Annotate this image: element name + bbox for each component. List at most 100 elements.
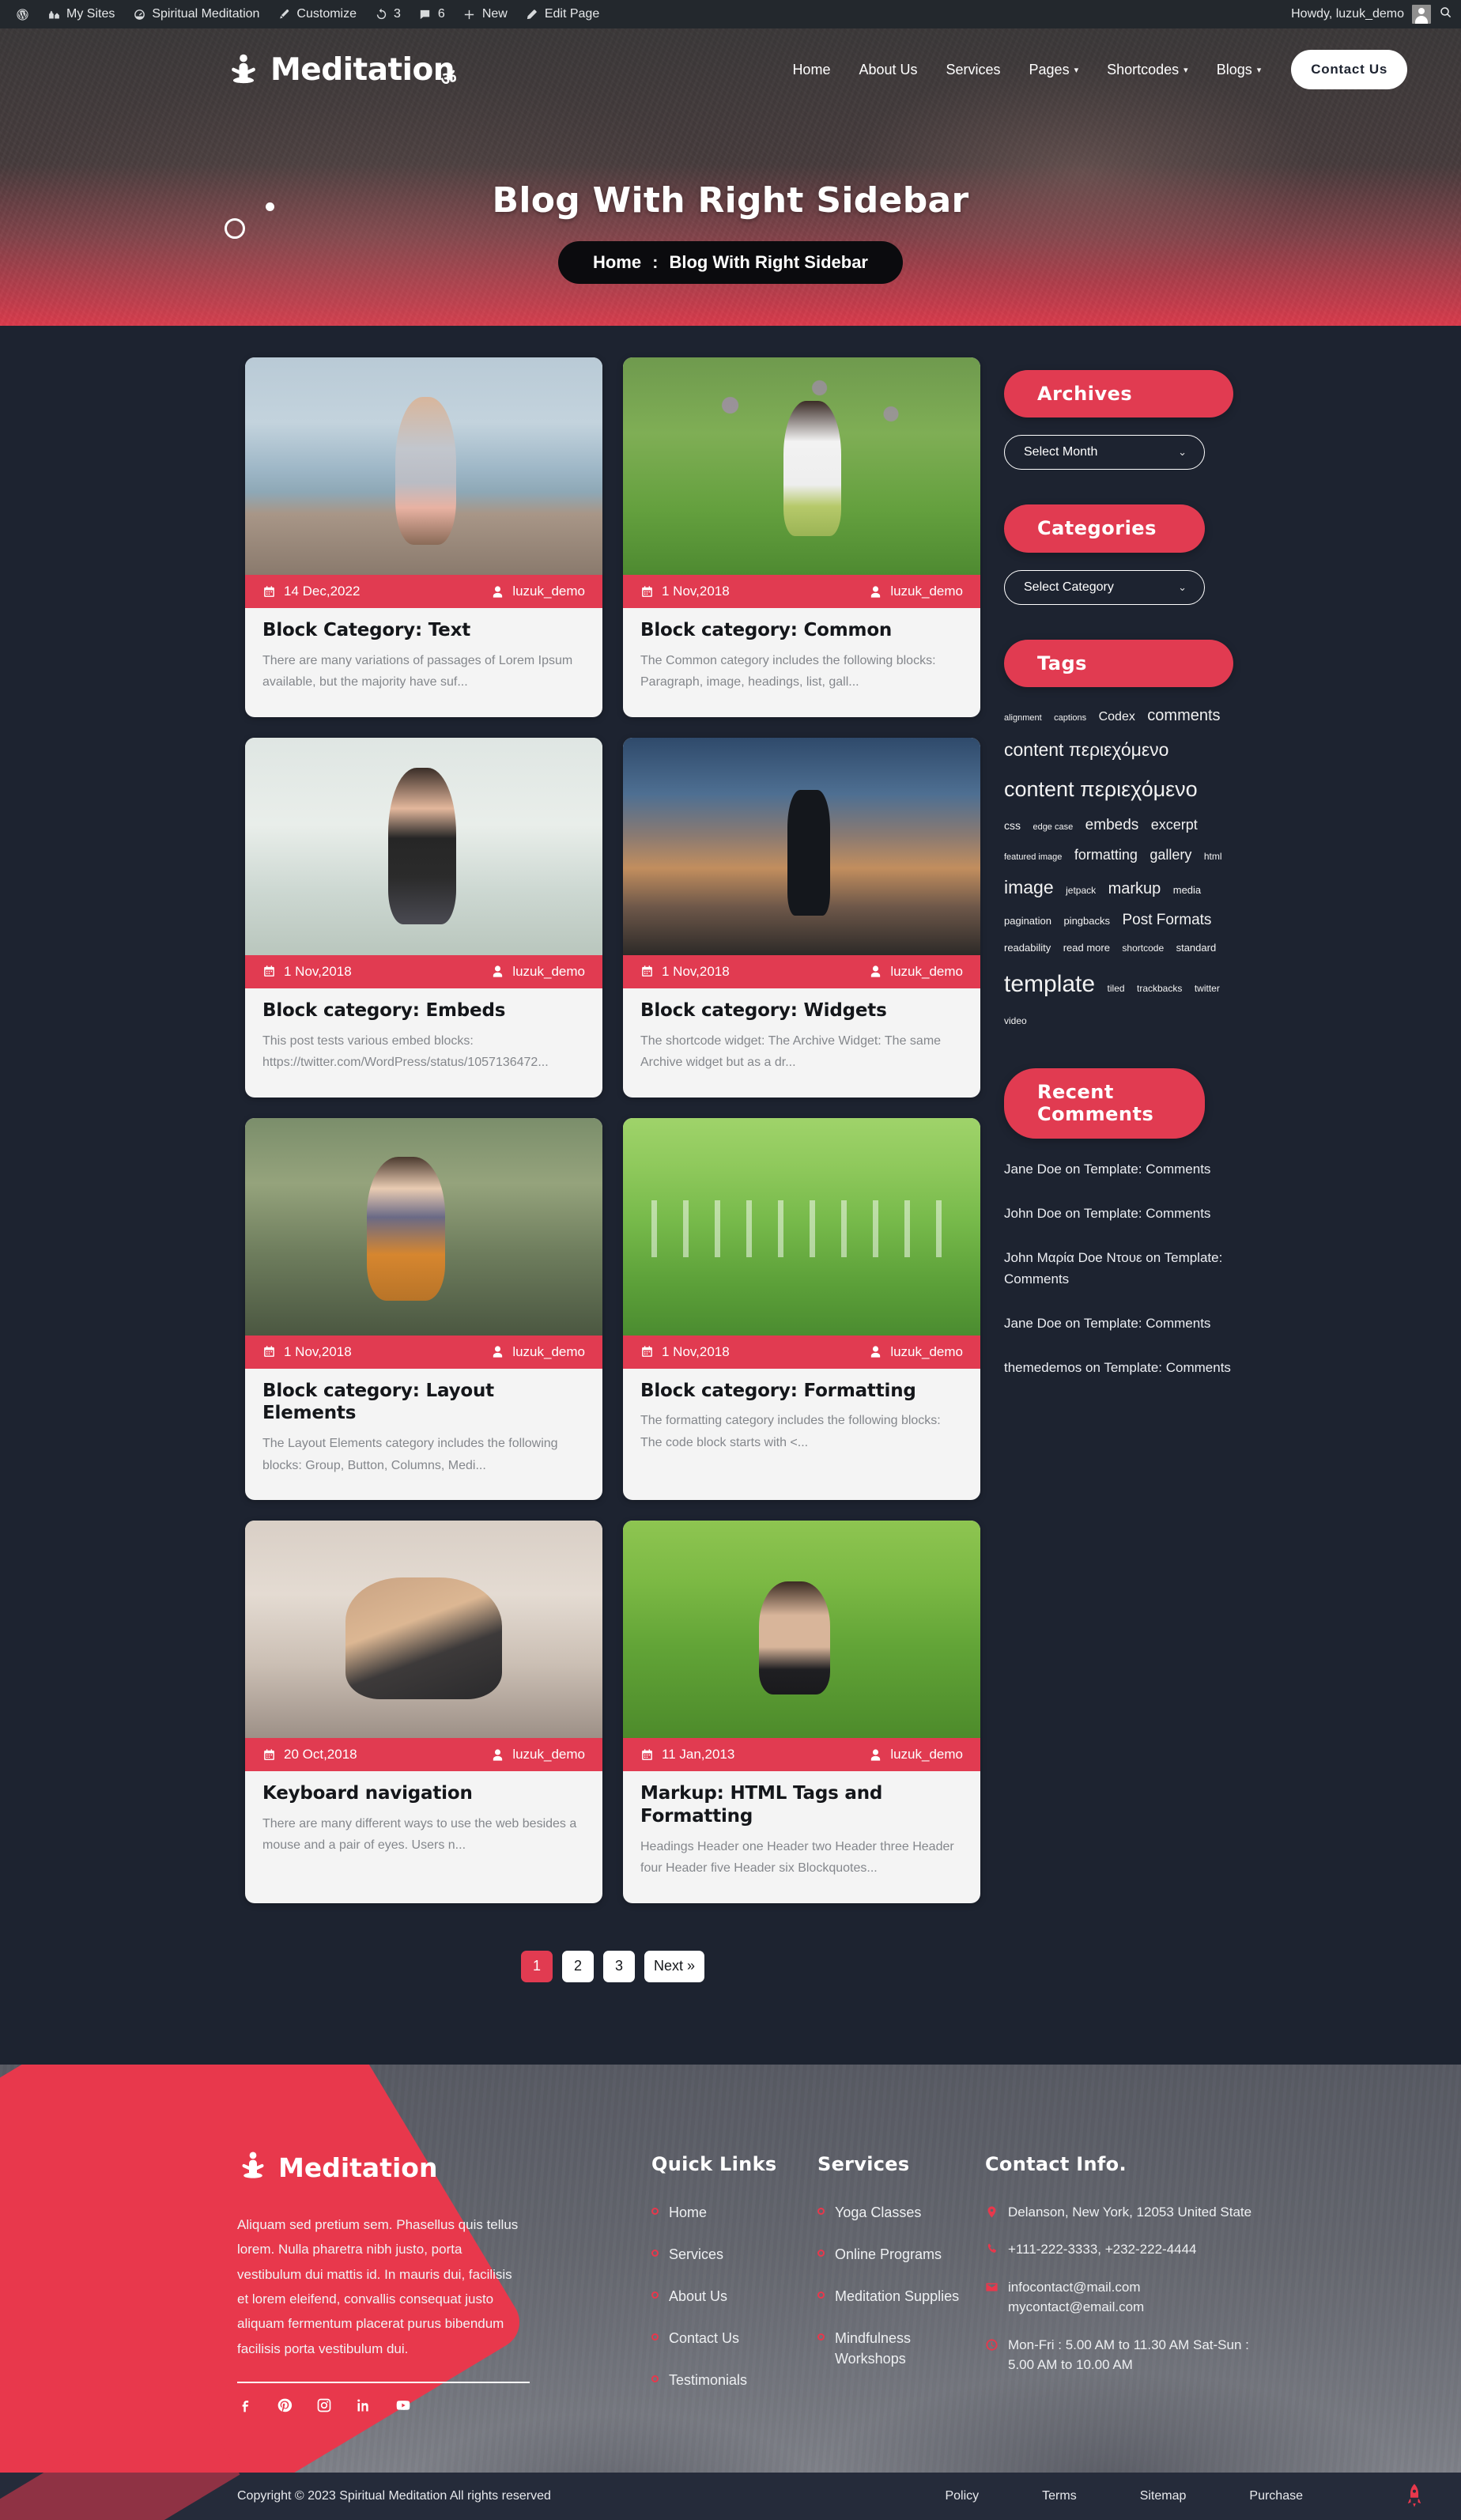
footer-link-about-us[interactable]: About Us [651, 2286, 817, 2307]
tag-link[interactable]: comments [1147, 700, 1220, 731]
admin-bar-item-my-sites[interactable]: My Sites [38, 0, 123, 28]
nav-item-home[interactable]: Home [778, 55, 844, 85]
tag-link[interactable]: media [1173, 880, 1201, 901]
footer-bottom-link-purchase[interactable]: Purchase [1218, 2489, 1335, 2503]
site-logo[interactable]: Meditation ॐ [226, 52, 457, 89]
tag-link[interactable]: html [1204, 847, 1222, 866]
rocket-icon[interactable] [1406, 2484, 1423, 2511]
facebook-icon[interactable] [237, 2397, 253, 2417]
post-card[interactable]: 1 Nov,2018 luzuk_demo Block category: La… [245, 1117, 602, 1501]
nav-item-shortcodes[interactable]: Shortcodes ▾ [1093, 55, 1202, 85]
tag-link[interactable]: embeds [1085, 810, 1139, 841]
tag-link[interactable]: video [1004, 1011, 1027, 1030]
post-card[interactable]: 14 Dec,2022 luzuk_demo Block Category: T… [245, 357, 602, 717]
categories-select[interactable]: Select Category ⌄ [1004, 569, 1205, 605]
linkedin-icon[interactable] [356, 2397, 372, 2417]
admin-bar-item-updates[interactable]: 3 [365, 0, 410, 28]
nav-item-blogs[interactable]: Blogs ▾ [1202, 55, 1276, 85]
admin-bar-item-site-name[interactable]: Spiritual Meditation [123, 0, 268, 28]
tag-link[interactable]: read more [1063, 938, 1110, 958]
post-thumbnail[interactable] [245, 1521, 602, 1739]
tag-link[interactable]: pagination [1004, 911, 1051, 931]
post-title[interactable]: Block category: Widgets [640, 999, 963, 1022]
contact-phone[interactable]: +111-222-3333, +232-222-4444 [985, 2239, 1254, 2260]
recent-comment-item[interactable]: themedemos on Template: Comments [1004, 1358, 1233, 1378]
tag-link[interactable]: gallery [1150, 841, 1191, 869]
search-icon[interactable] [1439, 6, 1453, 24]
tag-link[interactable]: content περιεχόμενο [1004, 731, 1168, 768]
contact-email[interactable]: infocontact@mail.com mycontact@email.com [985, 2277, 1254, 2318]
footer-link-services[interactable]: Services [651, 2244, 817, 2265]
recent-comment-item[interactable]: Jane Doe on Template: Comments [1004, 1159, 1233, 1180]
post-card[interactable]: 11 Jan,2013 luzuk_demo Markup: HTML Tags… [623, 1521, 980, 1903]
nav-item-pages[interactable]: Pages ▾ [1015, 55, 1093, 85]
youtube-icon[interactable] [395, 2397, 411, 2417]
post-thumbnail[interactable] [623, 737, 980, 955]
post-title[interactable]: Block category: Common [640, 619, 963, 642]
nav-item-about-us[interactable]: About Us [844, 55, 931, 85]
tag-link[interactable]: Codex [1099, 705, 1135, 730]
tag-link[interactable]: excerpt [1151, 810, 1198, 839]
howdy-greeting[interactable]: Howdy, luzuk_demo [1291, 7, 1404, 21]
pagination-next[interactable]: Next » [644, 1950, 705, 1982]
footer-link-contact-us[interactable]: Contact Us [651, 2328, 817, 2348]
pagination-page-3[interactable]: 3 [602, 1950, 635, 1982]
post-thumbnail[interactable] [623, 357, 980, 575]
footer-bottom-link-terms[interactable]: Terms [1010, 2489, 1108, 2503]
admin-bar-item-edit-page[interactable]: Edit Page [516, 0, 608, 28]
admin-bar-item-comments[interactable]: 6 [410, 0, 454, 28]
post-card[interactable]: 1 Nov,2018 luzuk_demo Block category: Wi… [623, 737, 980, 1098]
post-thumbnail[interactable] [623, 1117, 980, 1336]
post-card[interactable]: 1 Nov,2018 luzuk_demo Block category: Co… [623, 357, 980, 717]
tag-link[interactable]: formatting [1074, 841, 1138, 869]
admin-bar-item-customize[interactable]: Customize [268, 0, 365, 28]
tag-link[interactable]: alignment [1004, 709, 1042, 727]
tag-link[interactable]: tiled [1108, 979, 1125, 998]
tag-link[interactable]: featured image [1004, 848, 1062, 866]
tag-link[interactable]: content περιεχόμενο [1004, 768, 1198, 810]
pinterest-icon[interactable] [277, 2397, 293, 2417]
archives-select[interactable]: Select Month ⌄ [1004, 435, 1205, 470]
footer-link-meditation-supplies[interactable]: Meditation Supplies [817, 2286, 976, 2307]
post-title[interactable]: Block category: Embeds [262, 999, 585, 1022]
instagram-icon[interactable] [316, 2397, 332, 2417]
breadcrumb-home[interactable]: Home [593, 252, 641, 273]
tag-link[interactable]: pingbacks [1063, 911, 1110, 931]
tag-link[interactable]: standard [1176, 938, 1217, 958]
post-title[interactable]: Keyboard navigation [262, 1782, 585, 1805]
avatar[interactable] [1412, 5, 1431, 24]
footer-link-mindfulness-workshops[interactable]: Mindfulness Workshops [817, 2328, 976, 2369]
post-title[interactable]: Markup: HTML Tags and Formatting [640, 1782, 963, 1828]
tag-link[interactable]: jetpack [1066, 881, 1096, 900]
post-thumbnail[interactable] [623, 1521, 980, 1739]
recent-comment-item[interactable]: Jane Doe on Template: Comments [1004, 1313, 1233, 1334]
pagination-page-1[interactable]: 1 [520, 1950, 553, 1982]
post-card[interactable]: 1 Nov,2018 luzuk_demo Block category: Fo… [623, 1117, 980, 1501]
footer-link-yoga-classes[interactable]: Yoga Classes [817, 2202, 976, 2223]
tag-link[interactable]: twitter [1195, 979, 1220, 998]
recent-comment-item[interactable]: John Doe on Template: Comments [1004, 1203, 1233, 1224]
tag-link[interactable]: trackbacks [1137, 979, 1182, 998]
admin-bar-item-new[interactable]: New [454, 0, 516, 28]
tag-link[interactable]: markup [1108, 873, 1161, 905]
tag-link[interactable]: image [1004, 869, 1054, 905]
pagination-page-2[interactable]: 2 [561, 1950, 594, 1982]
tag-link[interactable]: template [1004, 961, 1095, 1008]
post-card[interactable]: 20 Oct,2018 luzuk_demo Keyboard navigati… [245, 1521, 602, 1903]
wp-logo-button[interactable] [6, 0, 38, 28]
footer-bottom-link-policy[interactable]: Policy [913, 2489, 1010, 2503]
tag-link[interactable]: Post Formats [1122, 905, 1211, 935]
post-thumbnail[interactable] [245, 737, 602, 955]
footer-bottom-link-sitemap[interactable]: Sitemap [1108, 2489, 1218, 2503]
post-thumbnail[interactable] [245, 1117, 602, 1336]
tag-link[interactable]: readability [1004, 938, 1051, 958]
footer-logo[interactable]: Meditation [237, 2150, 546, 2186]
tag-link[interactable]: shortcode [1122, 939, 1164, 958]
footer-link-home[interactable]: Home [651, 2202, 817, 2223]
nav-item-services[interactable]: Services [932, 55, 1015, 85]
contact-us-button[interactable]: Contact Us [1291, 50, 1407, 89]
footer-link-online-programs[interactable]: Online Programs [817, 2244, 976, 2265]
post-card[interactable]: 1 Nov,2018 luzuk_demo Block category: Em… [245, 737, 602, 1098]
recent-comment-item[interactable]: John Μαρία Doe Ντουε on Template: Commen… [1004, 1248, 1233, 1290]
tag-link[interactable]: css [1004, 814, 1021, 837]
